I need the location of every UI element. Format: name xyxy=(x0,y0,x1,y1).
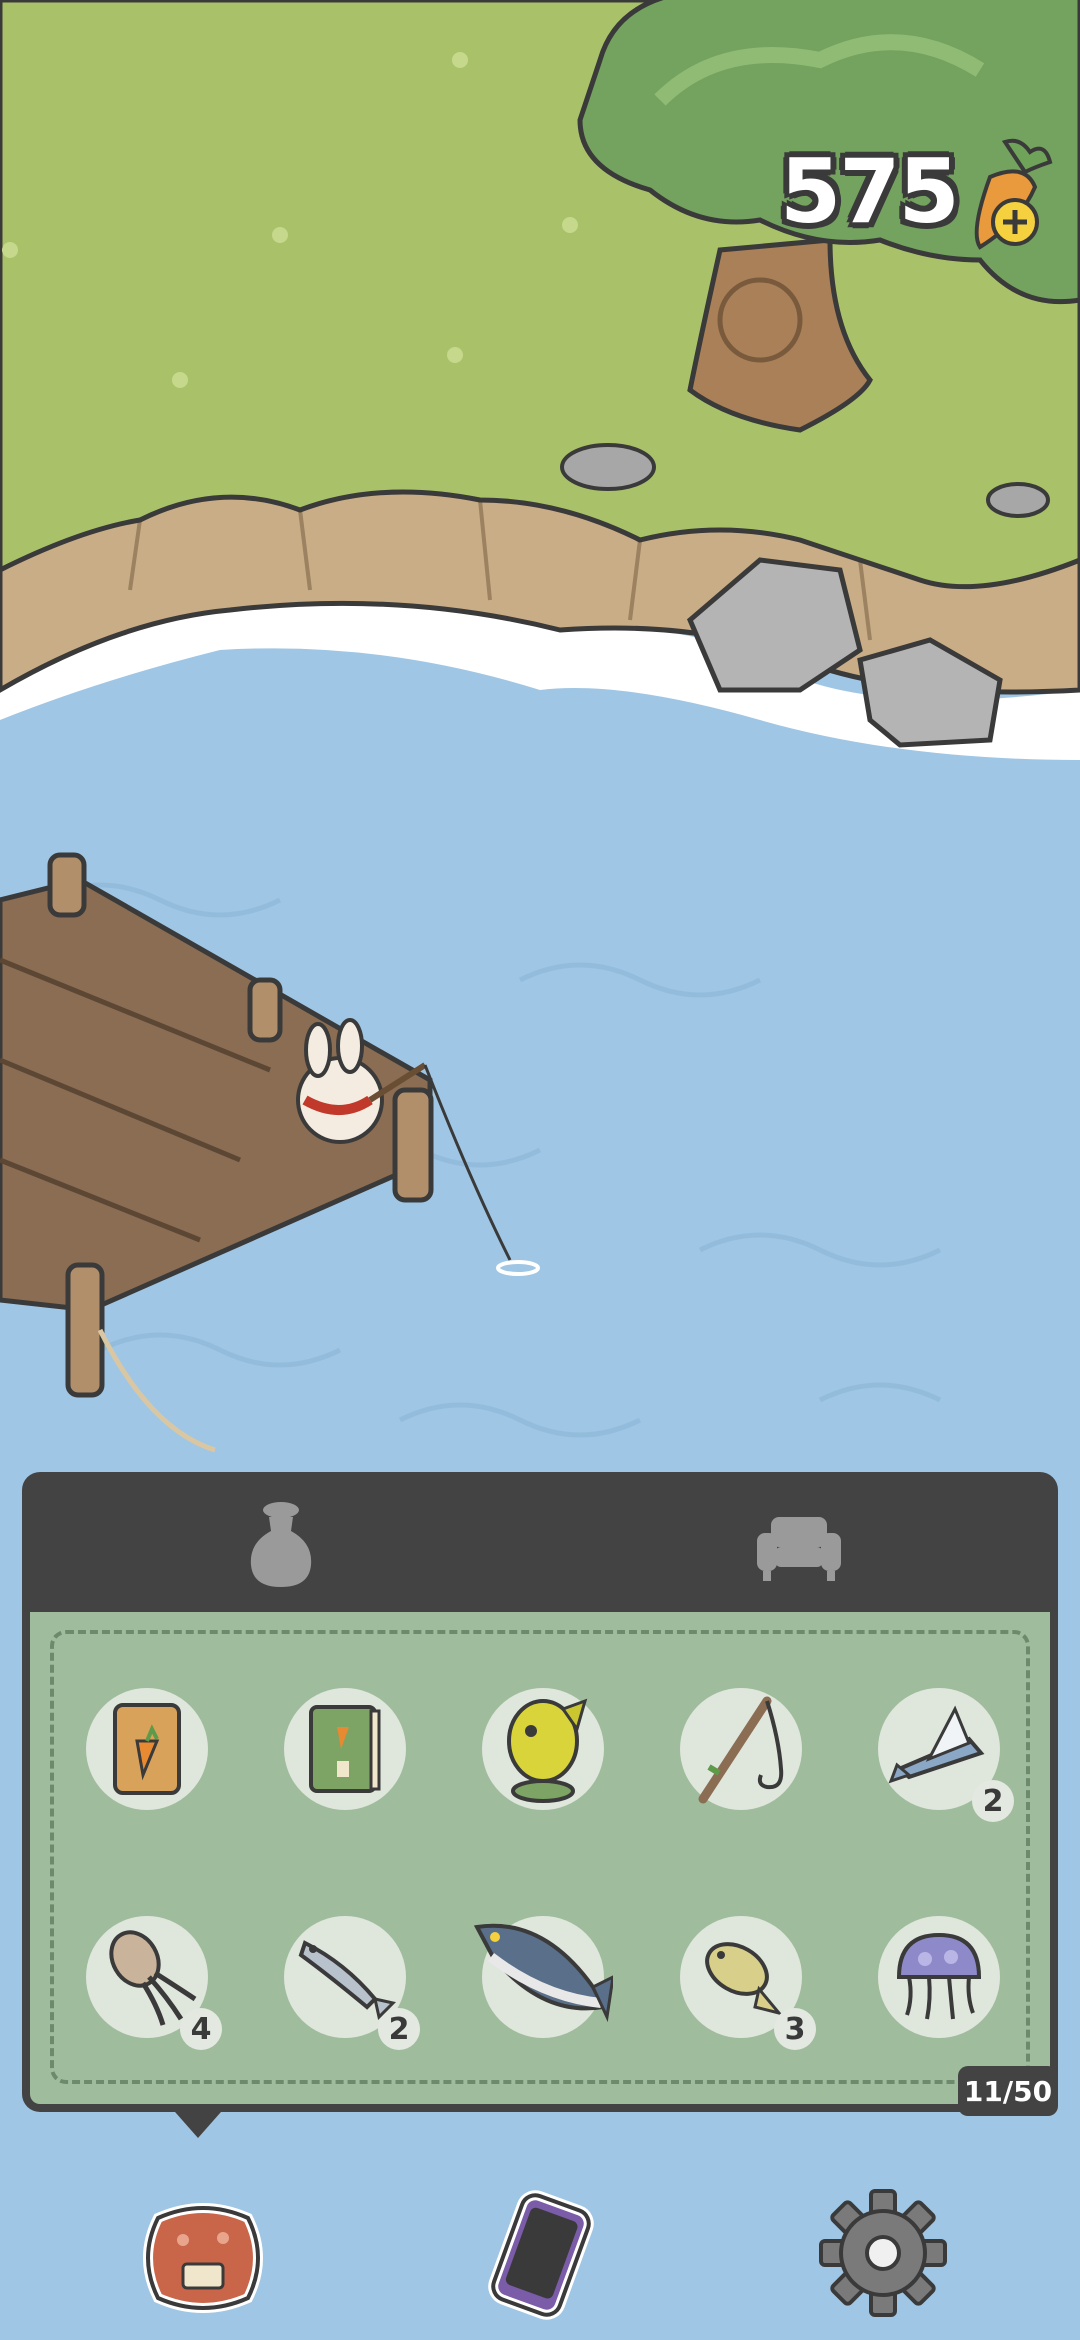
inventory-slot[interactable]: 2 xyxy=(284,1916,420,2050)
inventory-slot[interactable]: 4 xyxy=(86,1916,222,2050)
item-quantity: 2 xyxy=(972,1780,1014,1822)
inventory-capacity: 11/50 xyxy=(958,2066,1058,2116)
fishing-rod-icon xyxy=(671,1679,811,1819)
inventory-slot[interactable] xyxy=(482,1688,604,1810)
inventory-slot[interactable] xyxy=(473,1916,615,2038)
phone-button[interactable] xyxy=(466,2178,616,2328)
carrot-bag-icon xyxy=(128,2203,278,2332)
yellow-fish-trophy-icon xyxy=(473,1679,613,1819)
bag-icon xyxy=(231,1495,331,1599)
settings-button[interactable] xyxy=(808,2178,958,2328)
panel-pointer xyxy=(168,2104,228,2138)
carrot-seed-packet-icon xyxy=(77,1679,217,1819)
phone-icon xyxy=(466,2190,616,2332)
tab-furniture[interactable] xyxy=(540,1472,1058,1622)
carrot-plus-icon[interactable] xyxy=(950,132,1060,262)
recipe-book-icon xyxy=(275,1679,415,1819)
inventory-tabs xyxy=(22,1472,1058,1622)
item-quantity: 2 xyxy=(378,2008,420,2050)
item-quantity: 3 xyxy=(774,2008,816,2050)
inventory-slot[interactable] xyxy=(878,1916,1000,2038)
inventory-slot[interactable]: 3 xyxy=(680,1916,816,2050)
tuna-icon xyxy=(473,1907,615,2047)
item-quantity: 4 xyxy=(180,2008,222,2050)
inventory-slot[interactable]: 2 xyxy=(878,1688,1014,1822)
carrot-counter[interactable]: 575 xyxy=(780,138,1060,260)
jellyfish-icon xyxy=(869,1907,1009,2047)
settings-gear-icon xyxy=(808,2189,958,2332)
sofa-icon xyxy=(749,1495,849,1599)
inventory-slot[interactable] xyxy=(680,1688,802,1810)
tab-bag[interactable] xyxy=(22,1472,540,1622)
inventory-slot[interactable] xyxy=(86,1688,208,1810)
inventory-slot[interactable] xyxy=(284,1688,406,1810)
inventory-bag-button[interactable] xyxy=(128,2178,278,2328)
carrot-count: 575 xyxy=(780,140,960,243)
